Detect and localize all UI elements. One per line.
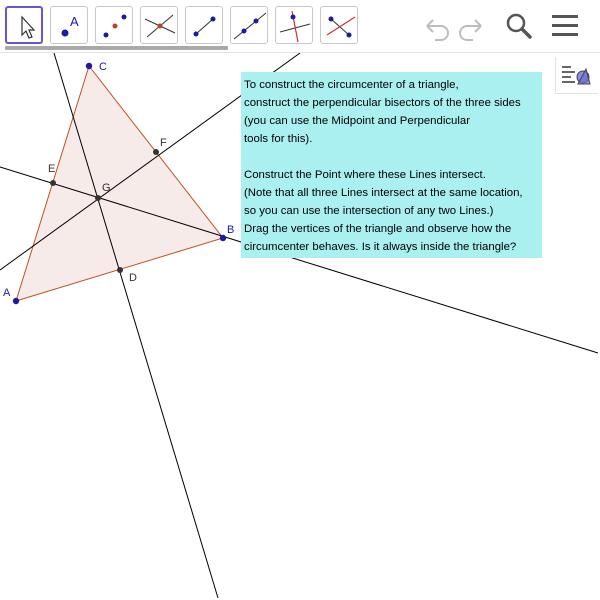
line-icon bbox=[233, 12, 267, 40]
search-icon bbox=[506, 13, 532, 39]
point-d[interactable] bbox=[117, 267, 123, 273]
point-g-label: G bbox=[102, 182, 111, 194]
segment-tool-button[interactable] bbox=[185, 6, 223, 44]
algebra-view-toggle-icon bbox=[562, 66, 591, 85]
line-tool-button[interactable] bbox=[230, 6, 268, 44]
instructions-line: Drag the vertices of the triangle and ob… bbox=[244, 223, 512, 235]
instructions-line: (Note that all three Lines intersect at … bbox=[244, 187, 523, 199]
instructions-line: construct the perpendicular bisectors of… bbox=[244, 97, 521, 109]
instructions-spacer bbox=[244, 148, 542, 166]
instructions-line: tools for this). bbox=[244, 133, 313, 145]
instructions-textbox[interactable]: To construct the circumcenter of a trian… bbox=[241, 72, 542, 258]
instructions-line: circumcenter behaves. Is it always insid… bbox=[244, 241, 517, 253]
point-b-label: B bbox=[227, 224, 234, 236]
instructions-line: Construct the Point where these Lines in… bbox=[244, 169, 486, 181]
point-tool-glyph: A bbox=[70, 14, 79, 29]
perpendicular-line-tool-button[interactable] bbox=[275, 6, 313, 44]
redo-icon bbox=[459, 19, 482, 41]
perpendicular-line-icon bbox=[279, 10, 311, 43]
cursor-arrow-icon bbox=[21, 15, 36, 39]
midpoint-tool-button[interactable] bbox=[95, 6, 133, 44]
move-tool-button[interactable] bbox=[5, 6, 43, 44]
point-f[interactable] bbox=[153, 149, 159, 155]
point-b[interactable] bbox=[219, 234, 227, 242]
point-f-label: F bbox=[160, 137, 167, 149]
undo-button[interactable] bbox=[419, 8, 453, 44]
segment-icon bbox=[193, 16, 216, 37]
undo-icon bbox=[426, 19, 449, 41]
toolbar: A bbox=[0, 0, 600, 53]
point-c-label: C bbox=[99, 61, 107, 73]
toolbar-scrollbar[interactable] bbox=[5, 46, 228, 50]
search-button[interactable] bbox=[502, 8, 536, 44]
instructions-line: so you can use the intersection of any t… bbox=[244, 205, 494, 217]
point-a[interactable] bbox=[12, 297, 20, 305]
midpoint-icon bbox=[103, 14, 127, 38]
instructions-line: To construct the circumcenter of a trian… bbox=[244, 79, 459, 91]
perpendicular-bisector-tool-button[interactable] bbox=[320, 6, 358, 44]
algebra-view-toggle-button[interactable] bbox=[555, 57, 598, 94]
instructions-line: (you can use the Midpoint and Perpendicu… bbox=[244, 115, 471, 127]
point-icon: A bbox=[61, 14, 79, 37]
menu-icon bbox=[552, 15, 578, 36]
intersect-icon bbox=[144, 14, 176, 38]
point-a-label: A bbox=[3, 287, 11, 299]
menu-button[interactable] bbox=[548, 8, 582, 44]
point-c[interactable] bbox=[85, 62, 93, 70]
redo-button[interactable] bbox=[455, 8, 489, 44]
point-e-label: E bbox=[48, 163, 55, 175]
intersect-tool-button[interactable] bbox=[140, 6, 178, 44]
point-d-label: D bbox=[129, 272, 137, 284]
perpendicular-bisector-icon bbox=[326, 16, 356, 38]
point-g[interactable] bbox=[95, 195, 101, 201]
point-e[interactable] bbox=[50, 180, 56, 186]
point-tool-button[interactable]: A bbox=[50, 6, 88, 44]
